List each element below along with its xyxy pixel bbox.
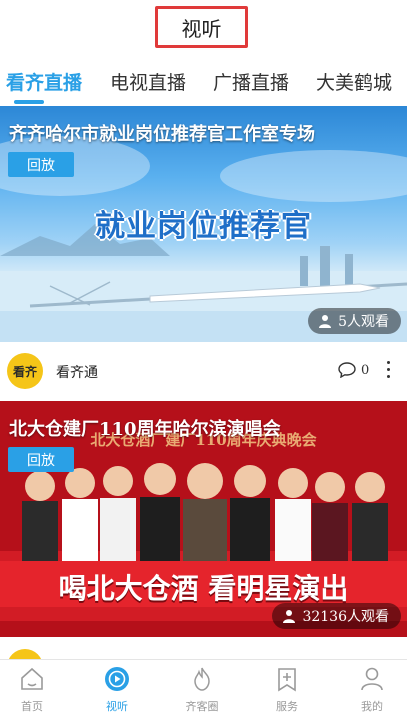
nav-profile[interactable]: 我的 bbox=[342, 666, 402, 714]
nav-services[interactable]: 服务 bbox=[257, 666, 317, 714]
person-icon bbox=[361, 667, 383, 691]
more-options-icon[interactable] bbox=[384, 361, 392, 381]
page-title-box: 视听 bbox=[155, 6, 248, 48]
header: 视听 bbox=[0, 0, 407, 60]
bottom-navigation: 首页 视听 齐客圈 服务 我的 bbox=[0, 659, 407, 719]
live-card-thumbnail[interactable]: 北大仓酒厂建厂110周年庆典晚会 喝北大仓酒 看明星演出 北大仓建厂110周年哈… bbox=[0, 401, 407, 637]
home-icon bbox=[21, 667, 43, 690]
replay-badge: 回放 bbox=[8, 152, 74, 177]
person-icon bbox=[283, 610, 296, 623]
avatar[interactable]: 看齐 bbox=[7, 353, 43, 389]
nav-media[interactable]: 视听 bbox=[87, 666, 147, 714]
tab-kanqi-live[interactable]: 看齐直播 bbox=[6, 68, 82, 95]
card-banner-text: 就业岗位推荐官 bbox=[95, 209, 312, 244]
nav-home[interactable]: 首页 bbox=[2, 666, 62, 714]
viewer-count: 5人观看 bbox=[338, 314, 389, 330]
nav-label: 齐客圈 bbox=[185, 700, 219, 713]
tab-bar: 看齐直播 电视直播 广播直播 大美鹤城 bbox=[0, 62, 407, 106]
card-slogan: 喝北大仓酒 看明星演出 bbox=[58, 572, 349, 605]
replay-badge: 回放 bbox=[8, 447, 74, 472]
card-author-row: 看齐 看齐通 0 bbox=[0, 342, 407, 401]
author-name[interactable]: 看齐通 bbox=[56, 362, 98, 382]
tab-damei-hecheng[interactable]: 大美鹤城 bbox=[316, 68, 392, 95]
nav-label: 服务 bbox=[276, 700, 298, 713]
tab-radio-live[interactable]: 广播直播 bbox=[213, 68, 289, 95]
viewer-count-badge: 5人观看 bbox=[308, 308, 401, 334]
bookmark-plus-icon bbox=[278, 668, 296, 692]
card-title: 北大仓建厂110周年哈尔滨演唱会 bbox=[9, 419, 281, 440]
nav-label: 视听 bbox=[106, 700, 128, 713]
tab-tv-live[interactable]: 电视直播 bbox=[110, 68, 186, 95]
next-card-author-row bbox=[0, 637, 407, 685]
active-tab-indicator bbox=[14, 100, 44, 104]
card-title: 齐齐哈尔市就业岗位推荐官工作室专场 bbox=[9, 124, 315, 145]
comment-count: 0 bbox=[361, 362, 370, 378]
nav-label: 我的 bbox=[361, 700, 383, 713]
comment-button[interactable]: 0 bbox=[338, 362, 369, 378]
flame-icon bbox=[194, 667, 210, 691]
nav-community[interactable]: 齐客圈 bbox=[172, 666, 232, 714]
play-icon bbox=[105, 667, 129, 691]
comment-icon bbox=[338, 362, 356, 378]
page-title: 视听 bbox=[181, 16, 222, 41]
viewer-count: 32136人观看 bbox=[302, 609, 389, 625]
live-card-thumbnail[interactable]: 就业岗位推荐官 齐齐哈尔市就业岗位推荐官工作室专场 回放 5人观看 bbox=[0, 106, 407, 342]
viewer-count-badge: 32136人观看 bbox=[272, 603, 401, 629]
person-icon bbox=[319, 315, 332, 328]
nav-label: 首页 bbox=[21, 700, 43, 713]
